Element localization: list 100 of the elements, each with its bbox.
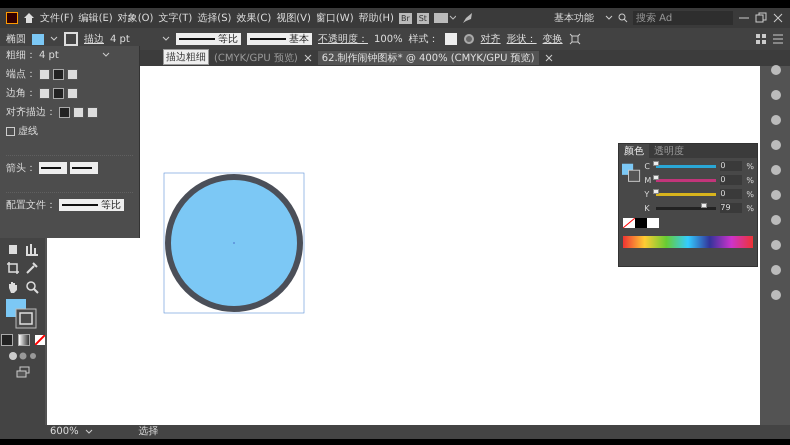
document-tab[interactable]: (CMYK/GPU 预览) xyxy=(214,51,298,65)
fill-swatch[interactable] xyxy=(32,34,44,44)
weight-field[interactable]: 4 pt xyxy=(39,50,99,60)
slider-thumb[interactable] xyxy=(653,188,660,194)
caret-icon[interactable] xyxy=(102,52,110,58)
globe-icon[interactable] xyxy=(462,33,475,45)
channel-value-field[interactable]: 0 xyxy=(720,161,742,171)
search-icon[interactable] xyxy=(618,13,628,23)
channel-label: C xyxy=(644,162,651,170)
corner-button[interactable] xyxy=(67,88,78,98)
arrowhead-dropdown[interactable] xyxy=(39,162,67,174)
app-badge[interactable]: Br xyxy=(398,12,412,24)
style-label: 样式： xyxy=(408,32,439,46)
percent-label: % xyxy=(746,190,754,198)
cap-label: 端点： xyxy=(6,68,36,81)
close-icon[interactable] xyxy=(304,54,312,62)
align-link[interactable]: 对齐 xyxy=(480,32,501,46)
layout-icon[interactable] xyxy=(434,12,456,24)
grid-icon[interactable] xyxy=(756,34,766,44)
caret-icon[interactable] xyxy=(50,36,58,42)
dashed-checkbox[interactable] xyxy=(6,126,15,136)
menu-item[interactable]: 帮助(H) xyxy=(358,11,394,25)
object-type-label: 椭圆 xyxy=(6,32,26,46)
color-mode-icon[interactable] xyxy=(0,334,12,346)
document-tab[interactable]: 62.制作闹钟图标* @ 400% (CMYK/GPU 预览) xyxy=(318,51,538,65)
caret-icon[interactable] xyxy=(162,36,170,42)
default-swatches[interactable] xyxy=(623,218,659,228)
percent-label: % xyxy=(746,176,754,184)
menu-item[interactable]: 效果(C) xyxy=(236,11,272,25)
panel-tab[interactable]: 颜色 xyxy=(619,144,649,158)
percent-label: % xyxy=(746,204,754,212)
corner-button[interactable] xyxy=(53,88,64,98)
cap-button[interactable] xyxy=(67,68,78,80)
menu-item[interactable]: 窗口(W) xyxy=(316,11,354,25)
color-spectrum[interactable] xyxy=(623,236,753,248)
style-swatch[interactable] xyxy=(444,33,457,45)
restore-icon[interactable] xyxy=(755,12,767,24)
search-field[interactable]: 搜索 Ad xyxy=(633,11,733,25)
stroke-swatch[interactable] xyxy=(64,32,78,46)
menu-item[interactable]: 文件(F) xyxy=(40,11,74,25)
corner-button[interactable] xyxy=(39,88,50,98)
crop-icon[interactable] xyxy=(6,261,20,275)
menu-item[interactable]: 编辑(E) xyxy=(78,11,113,25)
gradient-mode-icon[interactable] xyxy=(18,334,30,346)
channel-label: M xyxy=(644,176,652,184)
shape-link[interactable]: 形状： xyxy=(506,32,537,46)
slider-thumb[interactable] xyxy=(653,174,660,180)
menu-item[interactable]: 文字(T) xyxy=(158,11,192,25)
opacity-field[interactable]: 100% xyxy=(374,34,403,44)
menu-item[interactable]: 选择(S) xyxy=(197,11,232,25)
slider-thumb[interactable] xyxy=(700,202,707,208)
none-mode-icon[interactable] xyxy=(34,335,44,345)
hand-icon[interactable] xyxy=(6,280,20,294)
opacity-link[interactable]: 不透明度： xyxy=(318,32,368,46)
align-stroke-label: 对齐描边： xyxy=(6,106,56,119)
channel-label: Y xyxy=(644,190,650,198)
channel-label: K xyxy=(644,204,651,212)
bar-graph-icon[interactable] xyxy=(25,242,39,256)
profile-dropdown[interactable]: 等比 xyxy=(59,199,124,211)
align-stroke-button[interactable] xyxy=(73,106,84,118)
menu-item[interactable]: 视图(V) xyxy=(276,11,311,25)
align-stroke-button[interactable] xyxy=(59,106,70,118)
app-badge[interactable]: St xyxy=(416,12,429,24)
corner-label: 边角： xyxy=(6,86,36,100)
menu-item[interactable]: 对象(O) xyxy=(118,11,154,25)
fill-stroke-swatches[interactable] xyxy=(622,161,642,185)
list-icon[interactable] xyxy=(772,33,784,45)
cap-button[interactable] xyxy=(39,68,50,80)
arrowhead-dropdown[interactable] xyxy=(70,162,98,174)
weight-label: 粗细： xyxy=(6,49,36,62)
fill-stroke-swatches[interactable] xyxy=(6,299,40,329)
rocket-icon[interactable] xyxy=(460,11,475,25)
panel-tab[interactable]: 透明度 xyxy=(649,144,689,158)
stroke-weight-field[interactable]: 4 pt xyxy=(110,34,156,44)
slider-thumb[interactable] xyxy=(653,160,660,166)
screen-mode-icon[interactable] xyxy=(16,366,30,378)
stroke-link[interactable]: 描边 xyxy=(84,32,104,46)
isolate-icon[interactable] xyxy=(568,33,581,45)
app-logo-icon[interactable] xyxy=(6,12,18,24)
transform-link[interactable]: 变换 xyxy=(542,32,563,46)
eyedropper-icon[interactable] xyxy=(25,261,39,275)
close-icon[interactable] xyxy=(772,12,784,24)
home-icon[interactable] xyxy=(23,12,35,24)
tooltip: 描边粗细 xyxy=(163,49,209,65)
variable-width-dropdown[interactable]: 等比 xyxy=(176,33,241,45)
align-stroke-button[interactable] xyxy=(87,106,98,118)
draw-mode-icon[interactable] xyxy=(8,351,38,361)
channel-value-field[interactable]: 0 xyxy=(720,189,742,199)
workspace-switcher[interactable]: 基本功能 xyxy=(554,11,594,25)
zoom-field[interactable]: 600% xyxy=(50,426,79,438)
current-tool-field[interactable]: 选择 xyxy=(138,426,159,438)
zoom-icon[interactable] xyxy=(25,280,39,294)
caret-icon[interactable] xyxy=(84,429,93,435)
channel-value-field[interactable]: 79 xyxy=(720,203,742,213)
channel-value-field[interactable]: 0 xyxy=(720,175,742,185)
brush-dropdown[interactable]: 基本 xyxy=(247,33,312,45)
caret-icon[interactable] xyxy=(605,15,613,21)
close-icon[interactable] xyxy=(544,54,552,62)
cap-button[interactable] xyxy=(53,68,64,80)
arrowhead-label: 箭头： xyxy=(6,162,36,175)
